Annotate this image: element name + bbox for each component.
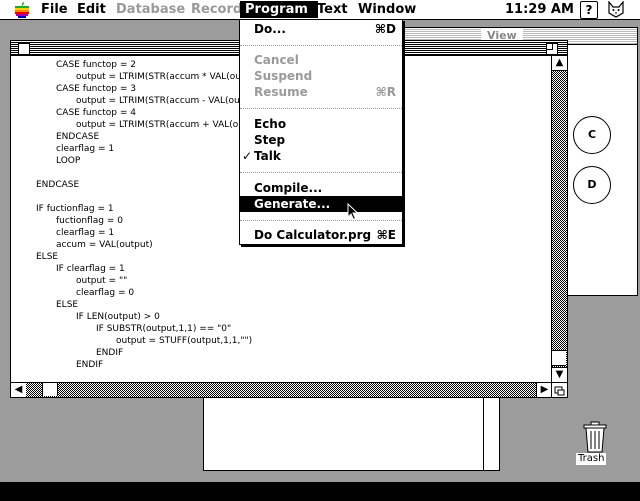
menu-separator — [240, 108, 402, 109]
code-line: output = LTRIM(STR(accum + VAL(ou — [76, 120, 244, 130]
menu-separator — [240, 220, 402, 221]
menu-text[interactable]: Text — [312, 1, 353, 18]
screen-bottom-edge — [0, 482, 640, 501]
menu-item-do[interactable]: Do... ⌘D — [240, 21, 402, 37]
code-line: IF SUBSTR(output,1,1) == "0" — [96, 324, 232, 334]
code-line: ELSE — [56, 300, 79, 310]
scroll-down-arrow-icon[interactable]: ▼ — [552, 367, 567, 382]
trash-icon[interactable] — [580, 420, 610, 454]
menu-item-label: Resume — [254, 85, 308, 99]
menu-database[interactable]: Database — [111, 1, 190, 18]
menu-clock[interactable]: 11:29 AM — [505, 1, 574, 18]
horizontal-scroll-thumb[interactable] — [42, 383, 58, 396]
menu-item-suspend[interactable]: Suspend — [240, 68, 402, 84]
menu-item-echo[interactable]: Echo — [240, 116, 402, 132]
menu-item-label: Cancel — [254, 53, 299, 67]
close-box-icon[interactable] — [18, 43, 30, 55]
code-line: IF fuctionflag = 1 — [36, 204, 114, 214]
menu-item-shortcut: ⌘R — [375, 85, 396, 99]
vertical-scrollbar[interactable]: ▲ ▼ — [551, 56, 567, 382]
scroll-right-arrow-icon[interactable]: ▶ — [536, 383, 552, 397]
menu-item-do-calculator[interactable]: Do Calculator.prg ⌘E — [240, 227, 402, 243]
scroll-left-arrow-icon[interactable]: ◀ — [11, 383, 27, 397]
menu-edit[interactable]: Edit — [72, 1, 111, 18]
menu-item-step[interactable]: Step — [240, 132, 402, 148]
code-line: output = LTRIM(STR(accum * VAL(ou — [76, 72, 241, 82]
menu-item-label: Generate... — [254, 197, 331, 211]
menu-record[interactable]: Record — [186, 1, 247, 18]
calc-button-c[interactable]: C — [573, 116, 611, 154]
calc-button-d[interactable]: D — [573, 166, 611, 204]
menu-item-shortcut: ⌘D — [374, 22, 396, 36]
menu-bar: File Edit Database Record Program Text W… — [0, 0, 640, 20]
window-divider — [483, 398, 484, 470]
code-line: CASE functop = 4 — [56, 108, 136, 118]
menu-item-label: Echo — [254, 117, 287, 131]
zoom-box-icon[interactable] — [546, 43, 558, 55]
menu-item-cancel[interactable]: Cancel — [240, 52, 402, 68]
checkmark-icon: ✓ — [242, 149, 253, 163]
code-line: accum = VAL(output) — [56, 240, 153, 250]
menu-separator — [240, 172, 402, 173]
trash-label: Trash — [576, 453, 607, 465]
menu-window[interactable]: Window — [353, 1, 421, 18]
resize-grow-box-icon[interactable] — [551, 382, 567, 397]
code-line: ENDIF — [76, 360, 104, 370]
menu-item-label: Suspend — [254, 69, 313, 83]
code-line: output = "" — [76, 276, 128, 286]
menu-item-label: Step — [254, 133, 286, 147]
code-line: ENDIF — [96, 348, 124, 358]
program-dropdown-menu: Do... ⌘D Cancel Suspend Resume ⌘R Echo S… — [239, 19, 403, 245]
menu-item-label: Do... — [254, 22, 286, 36]
code-line: clearflag = 0 — [76, 288, 135, 298]
scroll-up-arrow-icon[interactable]: ▲ — [552, 56, 567, 71]
menu-item-generate[interactable]: Generate... — [240, 196, 402, 212]
code-line: fuctionflag = 0 — [56, 216, 123, 226]
menu-item-compile[interactable]: Compile... — [240, 180, 402, 196]
code-line: LOOP — [56, 156, 81, 166]
vertical-scroll-thumb[interactable] — [552, 350, 566, 366]
code-line: output = LTRIM(STR(accum - VAL(ou — [76, 96, 240, 106]
menu-separator — [240, 45, 402, 46]
code-line: ELSE — [36, 252, 59, 262]
code-line: ENDCASE — [56, 132, 100, 142]
code-line: IF clearflag = 1 — [56, 264, 125, 274]
code-line: CASE functop = 2 — [56, 60, 136, 70]
menu-item-label: Talk — [254, 149, 281, 163]
horizontal-scrollbar[interactable]: ◀ ▶ — [11, 382, 552, 397]
code-line: ENDCASE — [36, 180, 80, 190]
vertical-scroll-track[interactable] — [552, 71, 567, 367]
code-line: IF LEN(output) > 0 — [76, 312, 160, 322]
horizontal-scroll-track[interactable] — [26, 383, 536, 397]
help-icon[interactable]: ? — [580, 1, 598, 19]
finder-cat-icon[interactable] — [607, 1, 625, 18]
menu-item-talk[interactable]: ✓ Talk — [240, 148, 402, 164]
code-line: output = STUFF(output,1,1,"") — [116, 336, 253, 346]
menu-item-resume[interactable]: Resume ⌘R — [240, 84, 402, 100]
menu-item-label: Do Calculator.prg — [254, 228, 372, 242]
code-line: CASE functop = 3 — [56, 84, 136, 94]
code-line: clearflag = 1 — [56, 144, 115, 154]
menu-file[interactable]: File — [36, 1, 73, 18]
menu-item-shortcut: ⌘E — [376, 228, 396, 242]
arrow-cursor-icon — [347, 203, 359, 221]
menu-program[interactable]: Program — [240, 1, 318, 18]
apple-logo-icon[interactable] — [14, 2, 30, 18]
background-window[interactable] — [203, 397, 500, 471]
menu-item-label: Compile... — [254, 181, 323, 195]
code-line: clearflag = 1 — [56, 228, 115, 238]
